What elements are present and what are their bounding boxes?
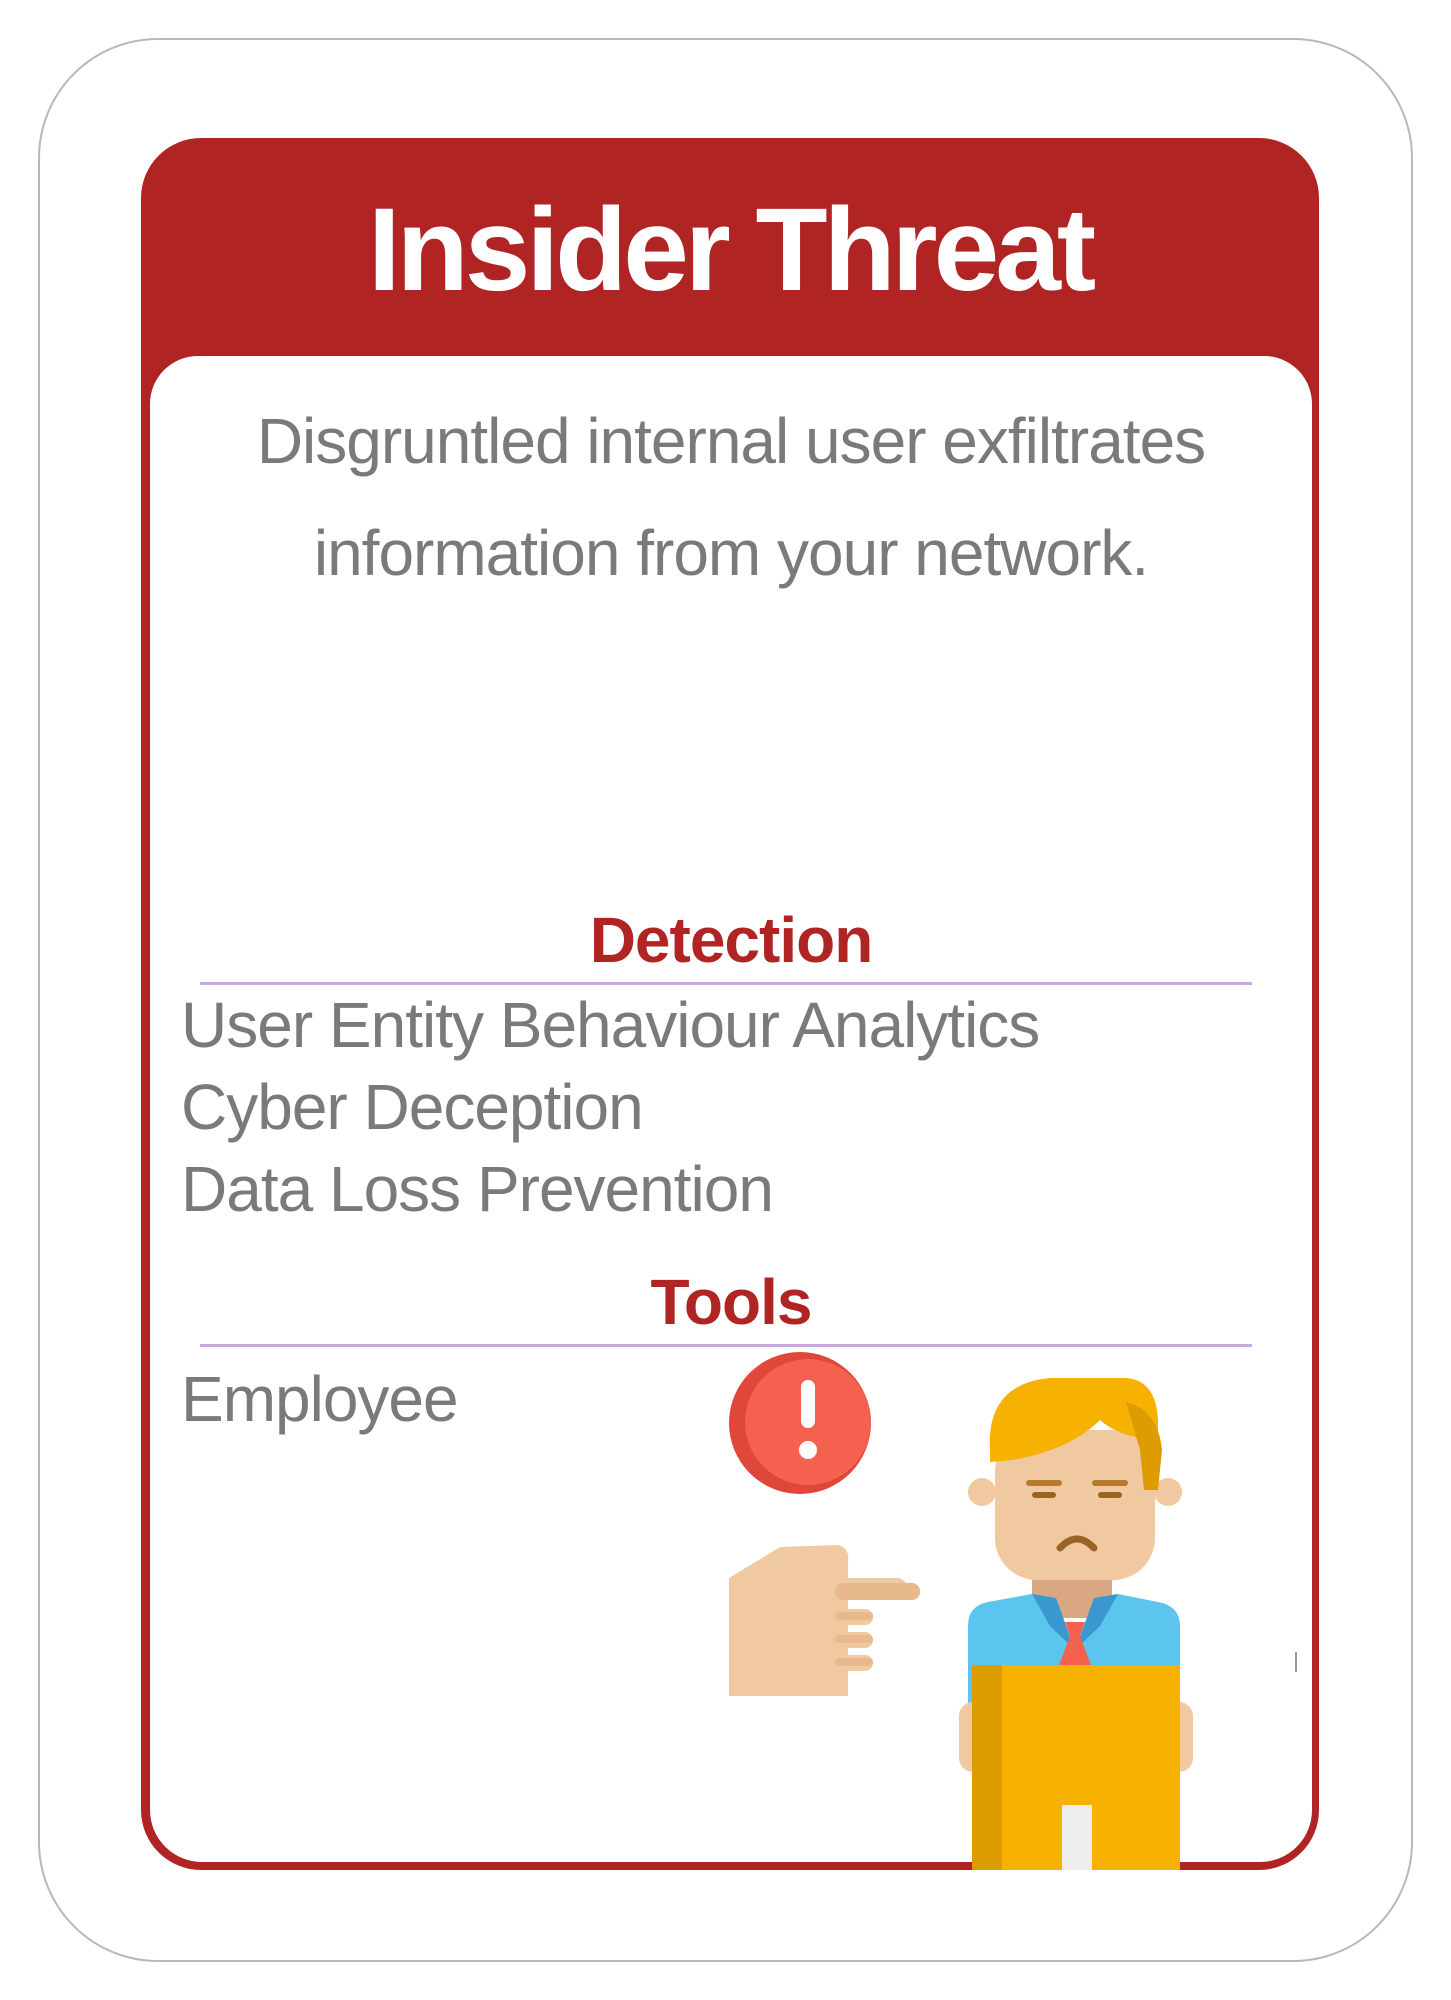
employee-figure-icon bbox=[959, 1378, 1193, 1870]
description-line-2: information from your network. bbox=[313, 517, 1149, 589]
stray-mark bbox=[1295, 1652, 1297, 1672]
detection-list: User Entity Behaviour Analytics Cyber De… bbox=[181, 984, 1040, 1230]
card-description: Disgruntled internal user exfiltrates in… bbox=[150, 385, 1312, 609]
tools-list: Employee bbox=[181, 1358, 459, 1440]
detection-heading: Detection bbox=[589, 904, 874, 976]
detection-item-ueba: User Entity Behaviour Analytics bbox=[181, 989, 1040, 1061]
insider-employee-icon bbox=[729, 1352, 1193, 1870]
alert-icon bbox=[729, 1352, 871, 1494]
pointing-hand-icon bbox=[729, 1545, 920, 1696]
tools-divider bbox=[200, 1344, 1252, 1347]
description-line-1: Disgruntled internal user exfiltrates bbox=[256, 405, 1206, 477]
detection-item-dlp: Data Loss Prevention bbox=[181, 1153, 774, 1225]
card-title: Insider Threat bbox=[367, 184, 1096, 316]
tools-item-employee: Employee bbox=[181, 1363, 459, 1435]
tools-heading: Tools bbox=[650, 1266, 813, 1338]
detection-item-cyber-deception: Cyber Deception bbox=[181, 1071, 644, 1143]
